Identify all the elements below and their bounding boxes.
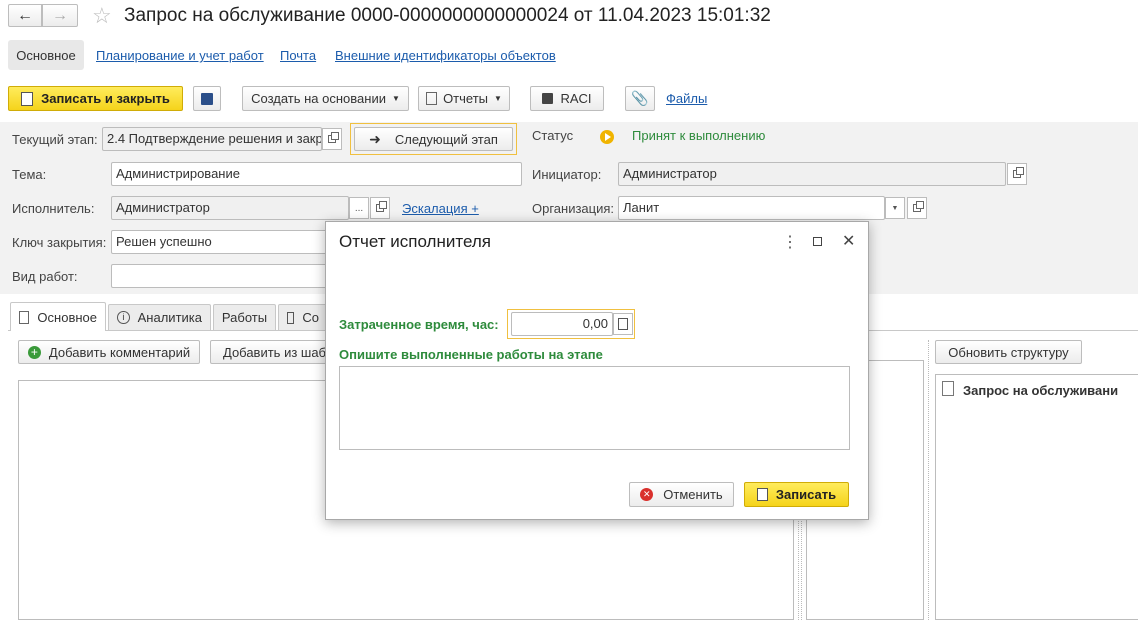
close-key-label: Ключ закрытия: [12,235,107,250]
executor-select-button[interactable]: ... [349,197,369,219]
page-title: Запрос на обслуживание 0000-000000000000… [124,5,771,26]
cancel-button[interactable]: ✕ Отменить [629,482,734,507]
escalation-link[interactable]: Эскалация + [402,201,479,216]
files-link[interactable]: Файлы [666,91,707,106]
status-label: Статус [532,128,574,143]
maximize-icon[interactable] [813,237,822,246]
open-icon [328,132,339,143]
time-spent-field[interactable]: 0,00 [511,312,613,336]
save-button[interactable] [193,86,221,111]
content-tab-analytics[interactable]: i Аналитика [108,304,211,330]
add-circle-icon: + [27,345,41,359]
attach-button[interactable]: 📎 [625,86,655,111]
dropdown-arrow-icon: ▼ [494,94,502,103]
raci-icon [542,93,554,104]
add-comment-button[interactable]: + Добавить комментарий [18,340,200,364]
org-dropdown-button[interactable]: ▼ [885,197,905,219]
nav-tab-main[interactable]: Основное [8,40,84,70]
open-icon [1013,167,1024,178]
arrow-left-icon: ← [17,6,33,24]
open-icon [913,201,924,212]
status-play-icon [600,130,614,144]
arrow-right-icon: ➜ [369,130,381,147]
initiator-field[interactable]: Администратор [618,162,1006,186]
more-icon[interactable]: ⋮ [782,232,798,252]
calculator-button[interactable] [613,313,633,335]
topic-field[interactable]: Администрирование [111,162,522,186]
content-tab-calendar[interactable]: Со [278,304,328,330]
work-type-field[interactable] [111,264,341,288]
forward-button[interactable]: → [42,4,78,27]
nav-tab-external-ids[interactable]: Внешние идентификаторы объектов [335,48,556,63]
org-field[interactable]: Ланит [618,196,885,220]
next-stage-button[interactable]: ➜ Следующий этап [354,127,513,151]
work-type-label: Вид работ: [12,269,78,284]
initiator-open-button[interactable] [1007,163,1027,185]
status-value: Принят к выполнению [632,128,766,143]
initiator-label: Инициатор: [532,167,602,182]
chevron-down-icon: ▼ [891,204,899,212]
stage-open-button[interactable] [322,128,342,150]
edit-icon [19,310,30,324]
document-icon [942,381,954,396]
report-icon [426,92,438,105]
raci-button[interactable]: RACI [530,86,604,111]
topic-label: Тема: [12,167,47,182]
cancel-icon: ✕ [640,488,654,501]
save-document-icon [756,488,768,501]
arrow-right-icon: → [52,6,68,24]
org-open-button[interactable] [907,197,927,219]
stage-field[interactable]: 2.4 Подтверждение решения и закр [102,127,322,151]
stage-label: Текущий этап: [12,132,98,147]
calculator-icon [618,318,628,330]
describe-work-textarea[interactable] [339,366,850,450]
reports-button[interactable]: Отчеты ▼ [418,86,510,111]
dropdown-arrow-icon: ▼ [391,94,400,103]
paperclip-icon: 📎 [631,90,649,106]
refresh-structure-button[interactable]: Обновить структуру [935,340,1082,364]
add-from-template-button[interactable]: Добавить из шаб [210,340,330,364]
create-based-button[interactable]: Создать на основании ▼ [242,86,409,111]
time-spent-label: Затраченное время, час: [339,317,499,332]
nav-tab-mail[interactable]: Почта [280,48,316,63]
org-label: Организация: [532,201,615,216]
describe-work-label: Опишите выполненные работы на этапе [339,347,603,362]
close-key-field[interactable]: Решен успешно [111,230,341,254]
executor-label: Исполнитель: [12,201,95,216]
structure-panel [935,374,1138,620]
tree-root-item[interactable]: Запрос на обслуживани [963,383,1118,398]
info-icon: i [117,311,130,324]
executor-report-dialog: Отчет исполнителя ⋮ ✕ Затраченное время,… [325,221,869,520]
back-button[interactable]: ← [8,4,42,27]
right-splitter[interactable] [928,340,932,620]
dialog-save-button[interactable]: Записать [744,482,849,507]
save-document-icon [21,91,34,106]
dialog-title: Отчет исполнителя [339,232,491,251]
star-icon[interactable]: ☆ [92,3,112,29]
save-close-button[interactable]: Записать и закрыть [8,86,183,111]
floppy-icon [201,92,213,105]
nav-tab-planning[interactable]: Планирование и учет работ [96,48,264,63]
close-icon[interactable]: ✕ [842,231,855,251]
open-icon [376,201,387,212]
executor-open-button[interactable] [370,197,390,219]
content-tab-main[interactable]: Основное [10,302,106,331]
executor-field[interactable]: Администратор [111,196,349,220]
content-tab-works[interactable]: Работы [213,304,276,330]
calendar-icon [287,311,295,324]
